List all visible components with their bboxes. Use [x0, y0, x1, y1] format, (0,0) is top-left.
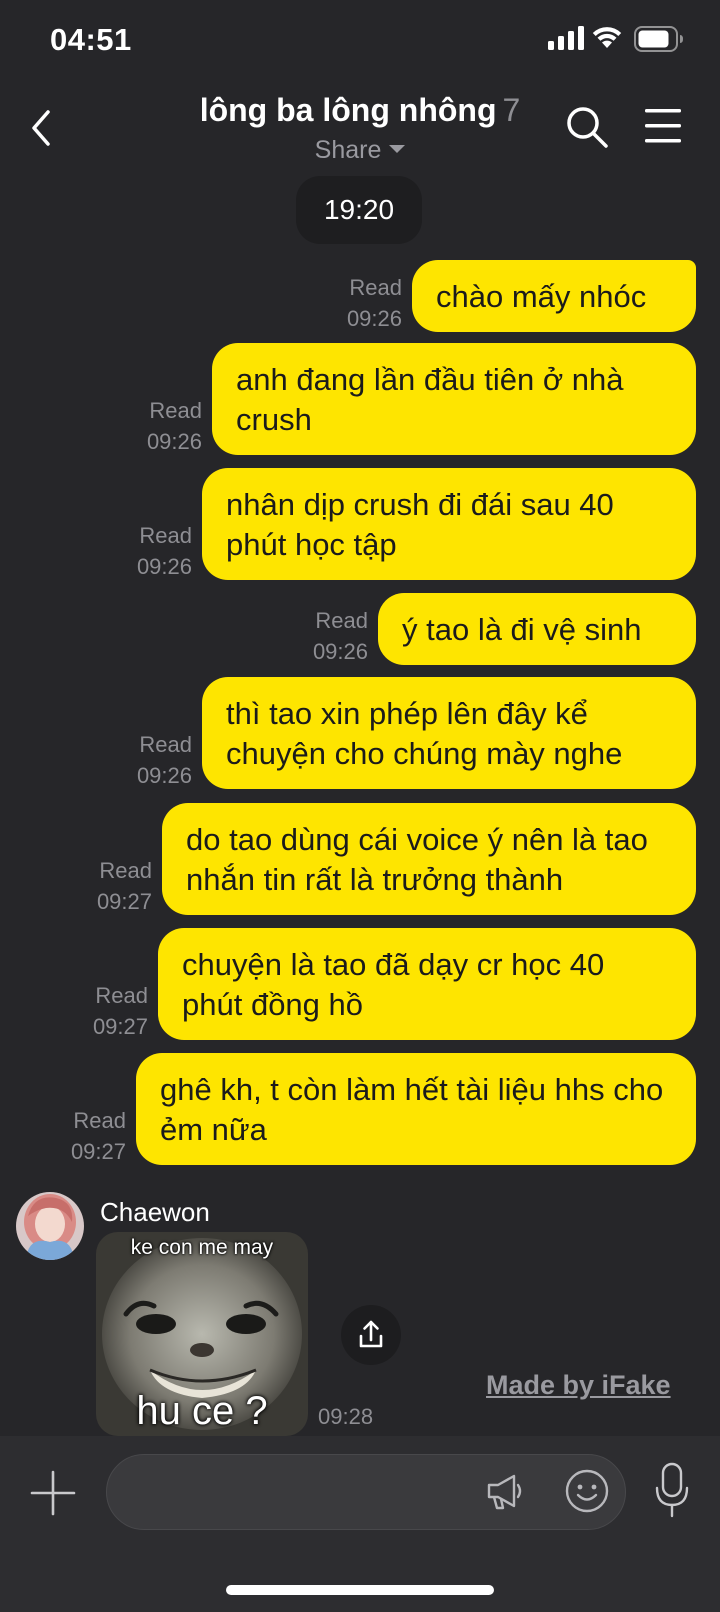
read-status: Read: [149, 398, 202, 423]
member-count: 7: [502, 92, 521, 128]
search-icon[interactable]: [564, 104, 610, 150]
read-status: Read: [139, 732, 192, 757]
battery-icon: [634, 26, 683, 52]
read-status: Read: [73, 1108, 126, 1133]
avatar-photo: [16, 1192, 84, 1260]
share-button[interactable]: [341, 1305, 401, 1365]
message-input[interactable]: [131, 1455, 471, 1529]
sticker-caption-top: ke con me may: [130, 1236, 274, 1259]
message-row: Read 09:26 chào mấy nhóc: [347, 260, 696, 332]
message-time: 09:28: [318, 1404, 374, 1429]
message-row: Read 09:26 anh đang lần đầu tiên ở nhà cr…: [147, 343, 696, 455]
message-meta: Read 09:26: [137, 520, 192, 582]
read-status: Read: [139, 523, 192, 548]
message-bubble[interactable]: ý tao là đi vệ sinh: [378, 593, 696, 665]
message-meta: Read 09:26: [147, 395, 202, 457]
message-time: 09:26: [346, 306, 402, 331]
read-status: Read: [349, 275, 402, 300]
status-bar: 04:51: [0, 0, 720, 84]
message-meta: Read 09:27: [97, 855, 152, 917]
message-time: 09:26: [312, 639, 368, 664]
caret-down-icon: [389, 145, 406, 154]
read-status: Read: [95, 983, 148, 1008]
message-meta: Read 09:26: [137, 729, 192, 791]
input-bar: [0, 1436, 720, 1612]
message-row: Read 09:26 ý tao là đi vệ sinh: [313, 593, 696, 665]
message-bubble[interactable]: anh đang lần đầu tiên ở nhà crush: [212, 343, 696, 455]
read-status: Read: [315, 608, 368, 633]
message-bubble[interactable]: do tao dùng cái voice ý nên là tao nhắn …: [162, 803, 696, 915]
message-row: Read 09:27 chuyện là tao đã dạy cr học 40…: [93, 928, 696, 1040]
home-indicator: [226, 1585, 494, 1595]
message-input-container[interactable]: [106, 1454, 626, 1530]
message-time: 09:27: [92, 1014, 148, 1039]
message-bubble[interactable]: chuyện là tao đã dạy cr học 40 phút đồng…: [158, 928, 696, 1040]
message-time: 09:27: [70, 1139, 126, 1164]
read-status: Read: [99, 858, 152, 883]
sender-name: Chaewon: [100, 1197, 210, 1227]
avatar[interactable]: [16, 1192, 84, 1260]
message-bubble[interactable]: ghê kh, t còn làm hết tài liệu hhs cho ẻ…: [136, 1053, 696, 1165]
message-time: 09:26: [146, 429, 202, 454]
message-row: Read 09:27 ghê kh, t còn làm hết tài liệu…: [71, 1053, 696, 1165]
share-dropdown[interactable]: Share: [0, 136, 720, 165]
share-label: Share: [314, 136, 382, 164]
message-meta: Read 09:27: [71, 1105, 126, 1167]
message-meta: Read 09:26: [347, 272, 402, 334]
message-time: 09:27: [96, 889, 152, 914]
status-time: 04:51: [50, 22, 132, 57]
plus-icon[interactable]: [30, 1470, 76, 1516]
date-chip: 19:20: [296, 176, 422, 244]
message-meta: Read 09:27: [93, 980, 148, 1042]
share-upload-icon: [359, 1320, 383, 1348]
sticker-image[interactable]: ke con me may hu ce ?: [96, 1232, 308, 1436]
megaphone-icon[interactable]: [484, 1470, 526, 1512]
message-time: 09:26: [136, 763, 192, 788]
wifi-icon: [592, 27, 622, 48]
message-time: 09:26: [136, 554, 192, 579]
chat-title-text: lông ba lông nhông: [199, 92, 497, 128]
sticker-caption-bottom: hu ce ?: [136, 1389, 268, 1433]
message-meta: Read 09:26: [313, 605, 368, 667]
message-row: Read 09:26 thì tao xin phép lên đây kể ch…: [137, 677, 696, 789]
message-bubble[interactable]: nhân dịp crush đi đái sau 40 phút học tậ…: [202, 468, 696, 580]
message-row: Read 09:26 nhân dịp crush đi đái sau 40 p…: [137, 468, 696, 580]
watermark: Made by iFake: [486, 1370, 671, 1400]
chat-header: lông ba lông nhông 7 Share: [0, 84, 720, 180]
message-bubble[interactable]: thì tao xin phép lên đây kể chuyện cho c…: [202, 677, 696, 789]
microphone-icon[interactable]: [654, 1462, 690, 1518]
message-bubble[interactable]: chào mấy nhóc: [412, 260, 696, 332]
emoji-icon[interactable]: [564, 1468, 610, 1514]
chat-title[interactable]: lông ba lông nhông 7: [0, 92, 720, 129]
cellular-signal-icon: [548, 26, 584, 50]
menu-icon[interactable]: [644, 106, 682, 146]
message-row: Read 09:27 do tao dùng cái voice ý nên là…: [97, 803, 696, 915]
